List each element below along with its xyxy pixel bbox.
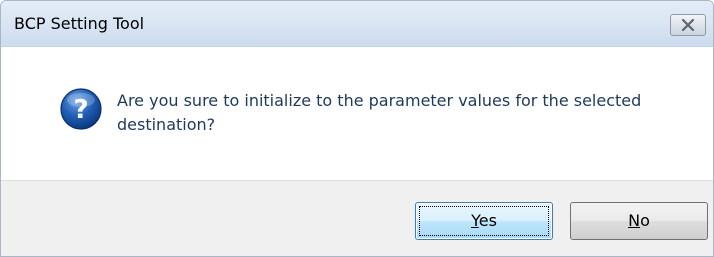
dialog-window: BCP Setting Tool ? Are you sure to initi… <box>0 0 714 257</box>
no-button[interactable]: No <box>570 202 708 240</box>
question-icon: ? <box>60 88 102 130</box>
dialog-message: Are you sure to initialize to the parame… <box>117 91 642 134</box>
svg-text:?: ? <box>73 95 88 125</box>
title-bar[interactable]: BCP Setting Tool <box>1 1 713 47</box>
yes-button-label: Yes <box>471 211 497 230</box>
message-area: ? Are you sure to initialize to the para… <box>1 47 713 180</box>
no-mnemonic: N <box>628 211 641 230</box>
yes-mnemonic: Y <box>471 211 479 230</box>
no-label-rest: o <box>640 211 650 230</box>
yes-button[interactable]: Yes <box>415 202 553 240</box>
close-icon <box>681 18 695 32</box>
close-button[interactable] <box>670 14 706 36</box>
window-title: BCP Setting Tool <box>14 14 145 33</box>
no-button-label: No <box>628 211 650 230</box>
button-bar: Yes No <box>1 180 713 256</box>
yes-label-rest: es <box>478 211 497 230</box>
